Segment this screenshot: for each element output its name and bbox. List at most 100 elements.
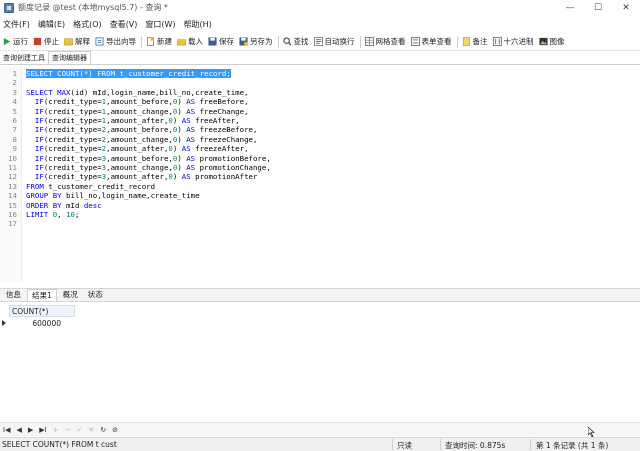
line-number: 9 (12, 144, 17, 154)
grid-view-label: 网格查看 (375, 37, 406, 46)
status-query-time: 查询时间: 0.875s (445, 441, 506, 450)
grid-view-button[interactable]: 网格查看 (364, 36, 406, 47)
first-record-button[interactable]: I◀ (3, 426, 10, 434)
status-sql-text: SELECT COUNT(*) FROM t cust (2, 440, 117, 449)
find-label: 查找 (293, 37, 309, 46)
close-button[interactable]: ✕ (612, 0, 640, 15)
tab-query-editor[interactable]: 查询编辑器 (48, 51, 91, 64)
line-number: 16 (8, 210, 17, 219)
status-record-count: 第 1 条记录 (共 1 条) (536, 441, 609, 450)
line-number: 6 (12, 116, 17, 125)
menu-format[interactable]: 格式(O) (73, 19, 102, 30)
memo-label: 备注 (472, 37, 488, 46)
grid-cell-count[interactable]: 600000 (9, 318, 75, 330)
result-tabs: 信息 结果1 概况 状态 (0, 288, 640, 302)
line-number: 17 (8, 219, 17, 229)
stop-button[interactable]: 停止 (33, 36, 59, 47)
line-number: 12 (8, 172, 17, 182)
code-line: LIMIT 0, 10; (26, 210, 80, 219)
minimize-button[interactable]: — (556, 0, 584, 15)
memo-button[interactable]: 备注 (462, 36, 488, 47)
export-wizard-label: 导出向导 (106, 37, 136, 46)
menu-file[interactable]: 文件(F) (3, 19, 30, 30)
toolbar-divider (456, 35, 458, 48)
status-divider (392, 439, 393, 450)
discard-changes-button[interactable]: ✕ (88, 426, 94, 434)
code-line: ORDER BY mId desc (26, 200, 102, 210)
last-record-button[interactable]: ▶I (39, 426, 46, 434)
results-grid: COUNT(*) 600000 (0, 303, 640, 421)
image-button[interactable]: 图像 (538, 36, 565, 47)
column-header-count[interactable]: COUNT(*) (9, 305, 75, 317)
hex-button[interactable]: 十六进制 (492, 36, 534, 47)
save-button[interactable]: 保存 (208, 36, 234, 47)
tab-status[interactable]: 状态 (84, 289, 107, 301)
refresh-button[interactable]: ↻ (100, 426, 106, 434)
new-button[interactable]: 新建 (146, 36, 172, 47)
play-icon (3, 37, 11, 46)
tab-info[interactable]: 信息 (2, 289, 25, 301)
toolbar-divider (277, 35, 279, 48)
explain-label: 解释 (75, 37, 90, 46)
save-icon (208, 37, 217, 46)
stop-icon (33, 37, 42, 46)
line-number: 4 (12, 97, 17, 107)
memo-icon (462, 37, 470, 46)
menu-help[interactable]: 帮助(H) (184, 19, 212, 30)
code-line: IF(credit_type=2,amount_before,0) AS fre… (34, 125, 258, 135)
form-icon (410, 37, 420, 46)
line-number-gutter: 1 2 3 4 5 6 7 8 9 10 11 12 13 14 15 16 17 (0, 66, 22, 282)
line-number: 2 (12, 78, 17, 88)
explain-button[interactable]: 解释 (64, 36, 90, 47)
toolbar-divider (359, 35, 361, 48)
hex-icon (492, 37, 502, 46)
tab-result-1[interactable]: 结果1 (27, 289, 57, 301)
status-readonly: 只读 (397, 441, 412, 450)
find-button[interactable]: 查找 (282, 36, 309, 47)
load-label: 载入 (188, 37, 203, 46)
export-wizard-button[interactable]: 导出向导 (95, 36, 136, 47)
load-button[interactable]: 载入 (177, 36, 203, 47)
window-title: 额度记录 @test (本地mysql5.7) - 查询 * (18, 3, 168, 12)
save-label: 保存 (219, 37, 234, 46)
line-number: 7 (12, 125, 17, 135)
autowrap-button[interactable]: 自动换行 (313, 36, 355, 47)
run-label: 运行 (13, 37, 28, 46)
code-line: IF(credit_type=1,amount_before,0) AS fre… (34, 97, 249, 107)
form-view-button[interactable]: 表单查看 (410, 36, 452, 47)
run-button[interactable]: 运行 (2, 36, 28, 47)
stop-label: 停止 (44, 37, 59, 46)
next-record-button[interactable]: ▶ (28, 426, 33, 434)
maximize-button[interactable]: ☐ (584, 0, 612, 15)
mouse-cursor-icon (588, 427, 595, 437)
grid-icon (364, 37, 374, 46)
add-record-button[interactable]: + (53, 426, 59, 434)
sql-editor[interactable]: 1 2 3 4 5 6 7 8 9 10 11 12 13 14 15 16 17 SELECT COUNT(*… (0, 66, 640, 282)
search-icon (282, 37, 292, 46)
line-number: 1 (12, 69, 17, 78)
editor-tabs: 查询创建工具 查询编辑器 (0, 51, 640, 65)
delete-record-button[interactable]: − (65, 426, 71, 434)
menu-window[interactable]: 窗口(W) (145, 19, 175, 30)
tab-query-builder[interactable]: 查询创建工具 (0, 52, 48, 64)
code-line: IF(credit_type=3,amount_before,0) AS pro… (34, 153, 271, 163)
prev-record-button[interactable]: ◀ (16, 426, 21, 434)
title-bar: 额度记录 @test (本地mysql5.7) - 查询 * — ☐ ✕ (0, 0, 640, 15)
line-number: 10 (8, 153, 17, 163)
save-as-button[interactable]: 另存为 (239, 36, 273, 47)
apply-changes-button[interactable]: ✓ (76, 426, 82, 434)
row-pointer-icon (2, 320, 6, 326)
window-controls: — ☐ ✕ (556, 0, 640, 15)
autowrap-label: 自动换行 (324, 37, 355, 46)
explain-icon (64, 37, 73, 46)
save-as-icon (239, 37, 248, 46)
app-icon (4, 2, 14, 13)
export-icon (95, 37, 104, 46)
stop-refresh-button[interactable]: ⊘ (112, 426, 118, 434)
line-number: 14 (8, 191, 17, 201)
folder-icon (177, 38, 186, 46)
menu-view[interactable]: 查看(V) (110, 19, 138, 30)
image-icon (538, 37, 548, 46)
menu-edit[interactable]: 编辑(E) (38, 19, 65, 30)
tab-profile[interactable]: 概况 (59, 289, 82, 301)
